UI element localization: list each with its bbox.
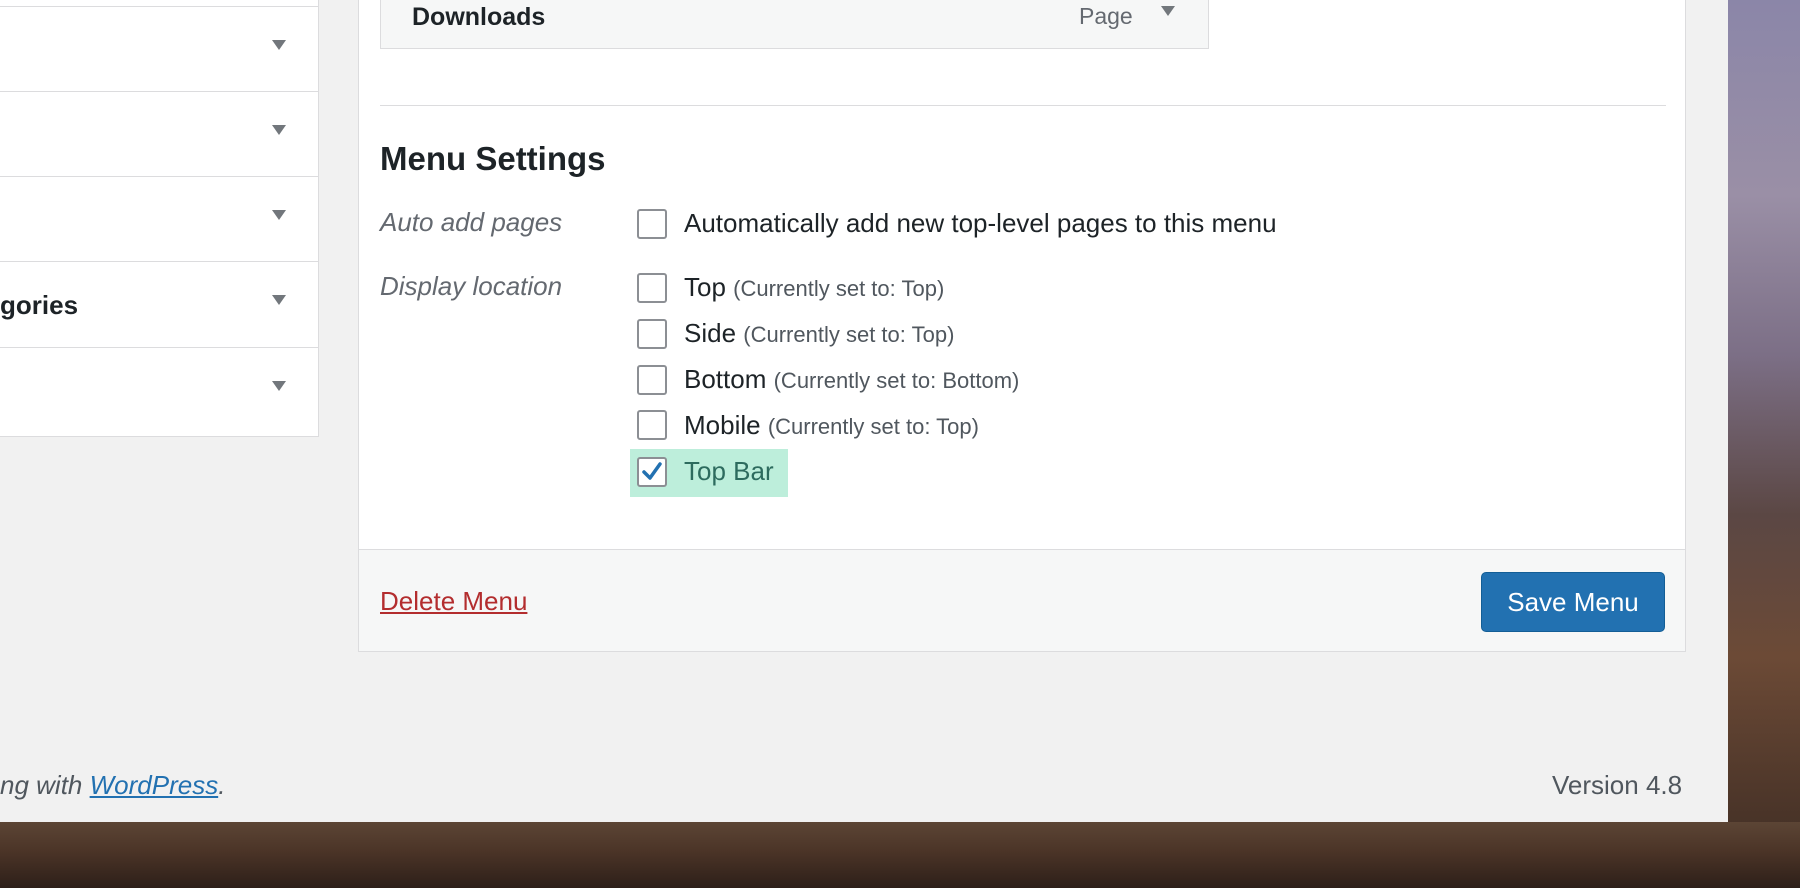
divider — [380, 105, 1666, 106]
auto-add-pages-label: Auto add pages — [380, 207, 563, 237]
auto-add-pages-option[interactable]: Automatically add new top-level pages to… — [684, 208, 1277, 239]
version-text: Version 4.8 — [1552, 770, 1683, 800]
desktop-wallpaper-bottom — [0, 822, 1800, 888]
save-menu-button[interactable]: Save Menu — [1481, 572, 1665, 632]
browser-window: gories Downloads Page Menu Settings Auto… — [0, 0, 1728, 822]
wordpress-link[interactable]: WordPress — [90, 770, 219, 800]
add-menu-items-accordion: gories — [0, 0, 319, 437]
location-mobile-checkbox[interactable] — [637, 410, 667, 440]
auto-add-pages-checkbox[interactable] — [637, 209, 667, 239]
location-current-note: (Currently set to: Bottom) — [773, 368, 1020, 393]
delete-menu-link[interactable]: Delete Menu — [380, 586, 527, 617]
location-top-option[interactable]: Top (Currently set to: Top) — [684, 272, 944, 303]
triangle-down-icon[interactable] — [272, 40, 286, 50]
location-top-checkbox[interactable] — [637, 273, 667, 303]
menu-item-title: Downloads — [412, 3, 546, 31]
location-bottom-option[interactable]: Bottom (Currently set to: Bottom) — [684, 364, 1019, 395]
accordion-section-title: gories — [0, 290, 79, 320]
location-top-bar-checkbox[interactable] — [637, 457, 667, 487]
accordion-section-categories[interactable]: gories — [0, 261, 318, 346]
location-name: Bottom — [684, 364, 767, 394]
triangle-down-icon[interactable] — [272, 381, 286, 391]
triangle-down-icon[interactable] — [272, 125, 286, 135]
footer-thanks-suffix: . — [218, 770, 226, 800]
location-current-note: (Currently set to: Top) — [743, 322, 955, 347]
menu-item-downloads[interactable]: Downloads Page — [380, 0, 1209, 49]
location-current-note: (Currently set to: Top) — [767, 414, 979, 439]
location-side-checkbox[interactable] — [637, 319, 667, 349]
footer-thanks-text: ng with — [0, 770, 90, 800]
triangle-down-icon[interactable] — [272, 210, 286, 220]
accordion-section[interactable] — [0, 347, 318, 432]
location-name: Mobile — [684, 410, 761, 440]
checkmark-icon — [642, 462, 662, 480]
location-bottom-checkbox[interactable] — [637, 365, 667, 395]
location-current-note: (Currently set to: Top) — [733, 276, 945, 301]
admin-footer-thanks: ng with WordPress. — [0, 770, 225, 801]
location-name: Side — [684, 318, 737, 348]
location-name: Top Bar — [684, 456, 774, 486]
location-top-bar-option[interactable]: Top Bar — [684, 456, 774, 487]
triangle-down-icon[interactable] — [272, 295, 286, 305]
menu-item-type: Page — [1079, 3, 1133, 29]
triangle-down-icon[interactable] — [1161, 6, 1175, 16]
accordion-section[interactable] — [0, 6, 318, 91]
accordion-section[interactable] — [0, 176, 318, 261]
location-side-option[interactable]: Side (Currently set to: Top) — [684, 318, 954, 349]
accordion-section[interactable] — [0, 91, 318, 176]
desktop-wallpaper — [1728, 0, 1800, 888]
location-name: Top — [684, 272, 726, 302]
display-location-label: Display location — [380, 271, 563, 301]
location-mobile-option[interactable]: Mobile (Currently set to: Top) — [684, 410, 979, 441]
menu-settings-heading: Menu Settings — [380, 140, 606, 177]
